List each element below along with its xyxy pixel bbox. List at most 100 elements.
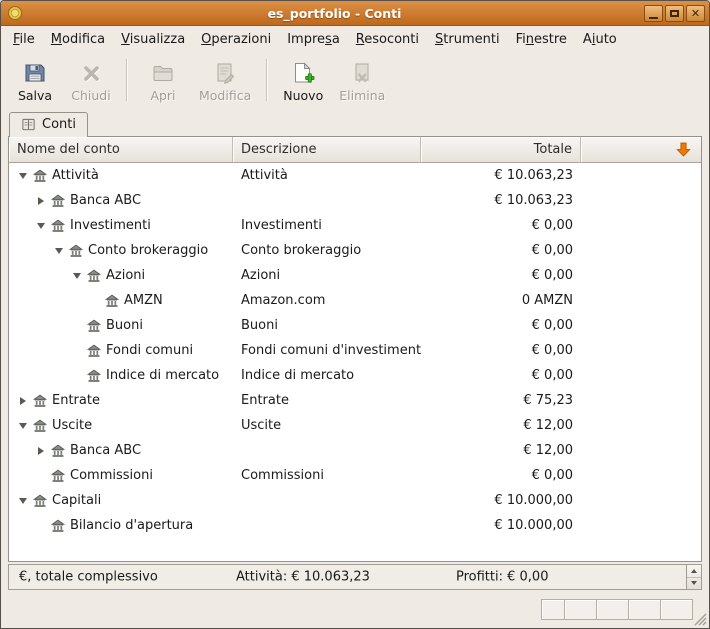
open-icon (151, 60, 175, 86)
tree-indent (9, 525, 33, 526)
account-total: € 10.000,00 (421, 518, 581, 533)
account-name: Fondi comuni (106, 343, 193, 358)
expander-icon (87, 288, 103, 313)
edit-icon (213, 60, 237, 86)
account-icon (85, 319, 103, 333)
menu-item-operazioni[interactable]: Operazioni (193, 28, 279, 51)
expander-icon[interactable] (15, 163, 31, 188)
column-header-total[interactable]: Totale (421, 137, 581, 163)
account-icon (49, 219, 67, 233)
maximize-button[interactable] (665, 5, 684, 22)
tree-indent (9, 225, 33, 226)
menu-item-visualizza[interactable]: Visualizza (113, 28, 193, 51)
toolbar-separator (126, 59, 128, 101)
account-icon (85, 344, 103, 358)
column-header-label: Descrizione (241, 142, 317, 157)
expander-icon[interactable] (33, 188, 49, 213)
account-total: € 0,00 (421, 468, 581, 483)
column-header-label: Totale (534, 142, 572, 157)
gnucash-window: es_portfolio - Conti ✕ FileModificaVisua… (0, 0, 710, 629)
account-icon (49, 469, 67, 483)
menu-item-resoconti[interactable]: Resoconti (348, 28, 427, 51)
account-name: Banca ABC (70, 443, 141, 458)
account-name: Capitali (52, 493, 101, 508)
column-options-button[interactable] (581, 137, 701, 163)
table-row[interactable]: Conto brokeraggio Conto brokeraggio € 0,… (9, 238, 701, 263)
expander-icon[interactable] (51, 238, 67, 263)
table-row[interactable]: Uscite Uscite € 12,00 (9, 413, 701, 438)
tree-indent (9, 250, 51, 251)
expander-icon[interactable] (33, 213, 49, 238)
account-name: Investimenti (70, 218, 151, 233)
account-total: € 10.063,23 (421, 193, 581, 208)
account-name: AMZN (124, 293, 163, 308)
table-row[interactable]: Capitali € 10.000,00 (9, 488, 701, 513)
maximize-icon (670, 10, 679, 17)
account-total: € 0,00 (421, 268, 581, 283)
table-row[interactable]: Investimenti Investimenti € 0,00 (9, 213, 701, 238)
table-row[interactable]: Attività Attività € 10.063,23 (9, 163, 701, 188)
toolbar-button-salva[interactable]: Salva (7, 54, 63, 108)
account-icon (31, 394, 49, 408)
spinner-down-button[interactable] (687, 578, 701, 590)
expander-icon[interactable] (69, 263, 85, 288)
account-icon (49, 194, 67, 208)
toolbar-button-label: Nuovo (283, 88, 323, 103)
delete-icon (350, 60, 374, 86)
column-header-name[interactable]: Nome del conto (9, 137, 233, 163)
account-total: € 12,00 (421, 443, 581, 458)
table-row[interactable]: Azioni Azioni € 0,00 (9, 263, 701, 288)
minimize-button[interactable] (644, 5, 663, 22)
expander-icon[interactable] (33, 438, 49, 463)
expander-icon[interactable] (15, 488, 31, 513)
account-total: € 10.000,00 (421, 493, 581, 508)
spinner-up-button[interactable] (687, 565, 701, 578)
close-button[interactable]: ✕ (686, 5, 705, 22)
menu-item-aiuto[interactable]: Aiuto (575, 28, 625, 51)
account-name: Attività (52, 168, 99, 183)
table-row[interactable]: Bilancio d'apertura € 10.000,00 (9, 513, 701, 538)
table-row[interactable]: Buoni Buoni € 0,00 (9, 313, 701, 338)
table-row[interactable]: AMZN Amazon.com 0 AMZN (9, 288, 701, 313)
account-total: € 0,00 (421, 343, 581, 358)
tree-indent (9, 450, 33, 451)
status-segment (564, 599, 597, 620)
toolbar-button-label: Chiudi (71, 88, 110, 103)
menu-item-finestre[interactable]: Finestre (508, 28, 575, 51)
expander-icon (69, 313, 85, 338)
titlebar[interactable]: es_portfolio - Conti ✕ (1, 1, 709, 26)
menu-item-strumenti[interactable]: Strumenti (427, 28, 508, 51)
table-row[interactable]: Banca ABC € 12,00 (9, 438, 701, 463)
toolbar-button-modifica: Modifica (191, 54, 259, 108)
table-row[interactable]: Commissioni Commissioni € 0,00 (9, 463, 701, 488)
tree-indent (9, 350, 69, 351)
summary-profits-label: Profitti: € 0,00 (456, 570, 548, 585)
account-total: € 0,00 (421, 368, 581, 383)
toolbar-button-nuovo[interactable]: Nuovo (275, 54, 331, 108)
minimize-icon (649, 17, 658, 19)
toolbar-separator (266, 59, 268, 101)
accounts-table: Nome del conto Descrizione Totale (8, 136, 702, 562)
column-header-description[interactable]: Descrizione (233, 137, 421, 163)
table-row[interactable]: Fondi comuni Fondi comuni d'investimento… (9, 338, 701, 363)
table-row[interactable]: Banca ABC € 10.063,23 (9, 188, 701, 213)
menu-bar: FileModificaVisualizzaOperazioniImpresaR… (1, 26, 709, 52)
summary-assets-label: Attività: € 10.063,23 (236, 570, 370, 585)
tab-conti[interactable]: Conti (9, 112, 88, 137)
account-name: Commissioni (70, 468, 153, 483)
resize-grip[interactable] (694, 613, 707, 626)
expander-icon (33, 513, 49, 538)
expander-icon[interactable] (15, 388, 31, 413)
expander-icon (69, 338, 85, 363)
expander-icon[interactable] (15, 413, 31, 438)
menu-item-impresa[interactable]: Impresa (279, 28, 348, 51)
table-row[interactable]: Entrate Entrate € 75,23 (9, 388, 701, 413)
account-icon (31, 419, 49, 433)
account-name: Buoni (106, 318, 143, 333)
menu-item-modifica[interactable]: Modifica (43, 28, 113, 51)
close-icon: ✕ (691, 8, 700, 19)
menu-item-file[interactable]: File (5, 28, 43, 51)
account-description: Commissioni (233, 468, 421, 483)
account-icon (85, 269, 103, 283)
table-row[interactable]: Indice di mercato Indice di mercato € 0,… (9, 363, 701, 388)
